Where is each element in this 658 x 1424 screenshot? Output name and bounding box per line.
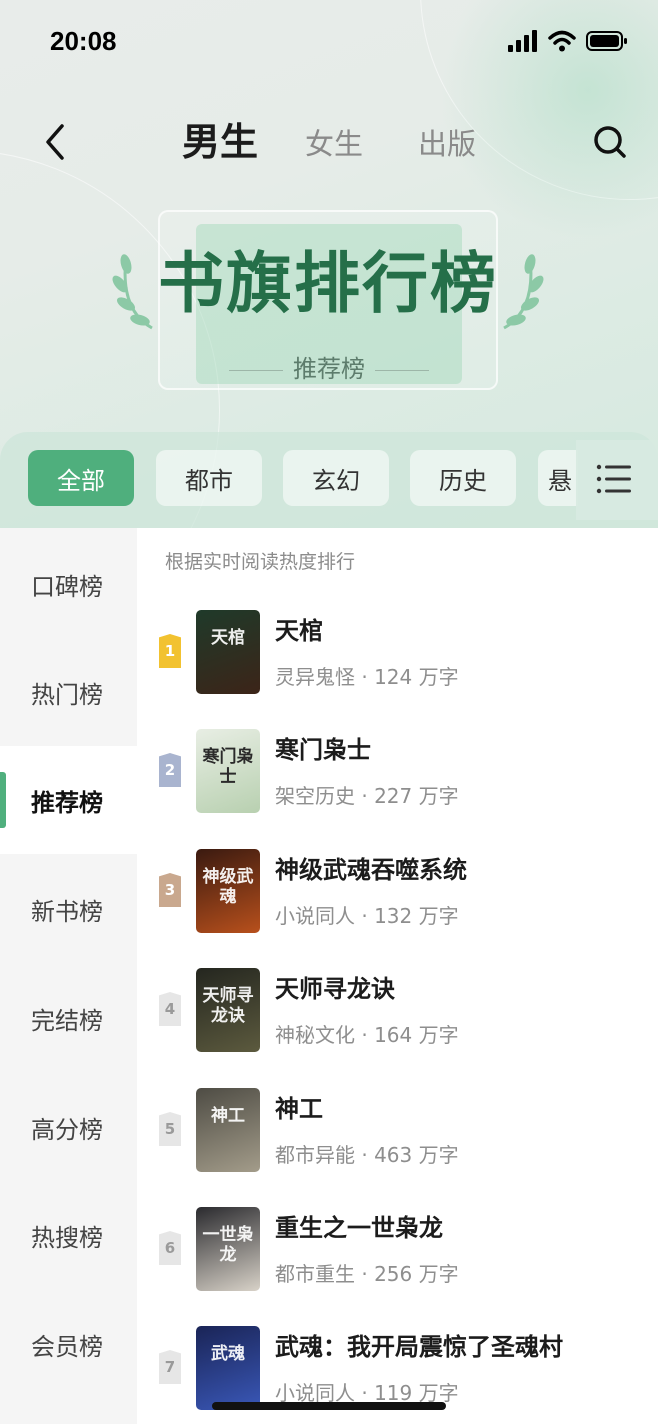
status-time: 20:08 [50, 26, 117, 56]
sidebar-item-label: 热门榜 [31, 680, 103, 709]
tab-publish[interactable]: 出版 [418, 120, 476, 168]
wifi-icon [548, 30, 576, 52]
cover-title: 寒门枭士 [202, 747, 254, 787]
battery-icon [586, 31, 627, 51]
chip-history[interactable]: 历史 [410, 450, 516, 506]
rank-badge: 7 [159, 1350, 181, 1384]
status-icons [508, 30, 628, 52]
sidebar-item-popular[interactable]: 热门榜 [0, 638, 137, 746]
list-hint: 根据实时阅读热度排行 [165, 551, 356, 573]
cover-title: 武魂 [211, 1344, 245, 1364]
book-title: 寒门枭士 [275, 736, 371, 764]
rank-badge: 5 [159, 1112, 181, 1146]
book-title: 天棺 [275, 617, 323, 645]
chip-fantasy[interactable]: 玄幻 [283, 450, 389, 506]
cover-title: 天棺 [211, 628, 245, 648]
book-title: 武魂：我开局震惊了圣魂村 [275, 1333, 563, 1361]
book-meta: 都市重生 · 256 万字 [275, 1262, 459, 1286]
chip-city[interactable]: 都市 [156, 450, 262, 506]
book-cover: 武魂 [196, 1326, 260, 1410]
book-cover: 神工 [196, 1088, 260, 1172]
search-icon [594, 126, 626, 158]
category-menu-button[interactable] [596, 462, 632, 496]
book-row[interactable]: 1 天棺 天棺 灵异鬼怪 · 124 万字 [137, 610, 658, 729]
divider [229, 369, 283, 371]
sidebar-item-label: 推荐榜 [31, 788, 103, 817]
ranking-sidebar: 口碑榜 热门榜 推荐榜 新书榜 完结榜 高分榜 热搜榜 会员榜 [0, 528, 137, 1424]
rank-badge: 4 [159, 992, 181, 1026]
book-cover: 神级武魂 [196, 849, 260, 933]
sidebar-item-member[interactable]: 会员榜 [0, 1290, 137, 1398]
banner-subtitle: 推荐榜 [0, 352, 658, 386]
gender-tabs: 男生 女生 出版 [0, 118, 658, 168]
rank-badge: 2 [159, 753, 181, 787]
sidebar-item-reputation[interactable]: 口碑榜 [0, 530, 137, 638]
cover-title: 天师寻龙诀 [202, 986, 254, 1026]
book-meta: 架空历史 · 227 万字 [275, 784, 459, 808]
book-meta: 都市异能 · 463 万字 [275, 1143, 459, 1167]
rank-badge: 1 [159, 634, 181, 668]
rank-badge: 6 [159, 1231, 181, 1265]
list-menu-icon [596, 464, 631, 494]
sidebar-item-label: 完结榜 [31, 1006, 103, 1035]
sidebar-item-label: 热搜榜 [31, 1223, 103, 1252]
book-title: 神工 [275, 1095, 323, 1123]
sidebar-item-new[interactable]: 新书榜 [0, 855, 137, 963]
sidebar-item-label: 口碑榜 [31, 572, 103, 601]
sidebar-item-hot-search[interactable]: 热搜榜 [0, 1181, 137, 1289]
book-meta: 神秘文化 · 164 万字 [275, 1023, 459, 1047]
book-row[interactable]: 5 神工 神工 都市异能 · 463 万字 [137, 1088, 658, 1207]
active-indicator [0, 772, 6, 828]
book-row[interactable]: 6 一世枭龙 重生之一世枭龙 都市重生 · 256 万字 [137, 1207, 658, 1326]
tab-male[interactable]: 男生 [182, 118, 258, 166]
book-cover: 天棺 [196, 610, 260, 694]
cover-title: 神工 [211, 1106, 245, 1126]
book-title: 重生之一世枭龙 [275, 1214, 443, 1242]
book-row[interactable]: 4 天师寻龙诀 天师寻龙诀 神秘文化 · 164 万字 [137, 968, 658, 1087]
cover-title: 神级武魂 [202, 867, 254, 907]
sidebar-item-high-score[interactable]: 高分榜 [0, 1073, 137, 1181]
sidebar-item-label: 会员榜 [31, 1332, 103, 1361]
search-button[interactable] [592, 124, 628, 160]
chip-suspense[interactable]: 悬 [538, 450, 578, 506]
sidebar-item-recommend[interactable]: 推荐榜 [0, 746, 137, 854]
book-row[interactable]: 3 神级武魂 神级武魂吞噬系统 小说同人 · 132 万字 [137, 849, 658, 968]
banner-subtitle-text: 推荐榜 [293, 355, 365, 383]
sidebar-item-label: 新书榜 [31, 897, 103, 926]
home-indicator [212, 1402, 446, 1410]
sidebar-item-completed[interactable]: 完结榜 [0, 964, 137, 1072]
book-cover: 寒门枭士 [196, 729, 260, 813]
book-title: 天师寻龙诀 [275, 975, 395, 1003]
book-meta: 灵异鬼怪 · 124 万字 [275, 665, 459, 689]
rank-badge: 3 [159, 873, 181, 907]
banner-title: 书旗排行榜 [158, 245, 498, 322]
sidebar-item-label: 高分榜 [31, 1115, 103, 1144]
cover-title: 一世枭龙 [202, 1225, 254, 1265]
book-meta: 小说同人 · 132 万字 [275, 904, 459, 928]
tab-female[interactable]: 女生 [305, 120, 363, 168]
chip-all[interactable]: 全部 [28, 450, 134, 506]
divider [375, 369, 429, 371]
book-cover: 天师寻龙诀 [196, 968, 260, 1052]
book-cover: 一世枭龙 [196, 1207, 260, 1291]
signal-icon [508, 30, 537, 52]
book-title: 神级武魂吞噬系统 [275, 856, 467, 884]
book-row[interactable]: 2 寒门枭士 寒门枭士 架空历史 · 227 万字 [137, 729, 658, 848]
